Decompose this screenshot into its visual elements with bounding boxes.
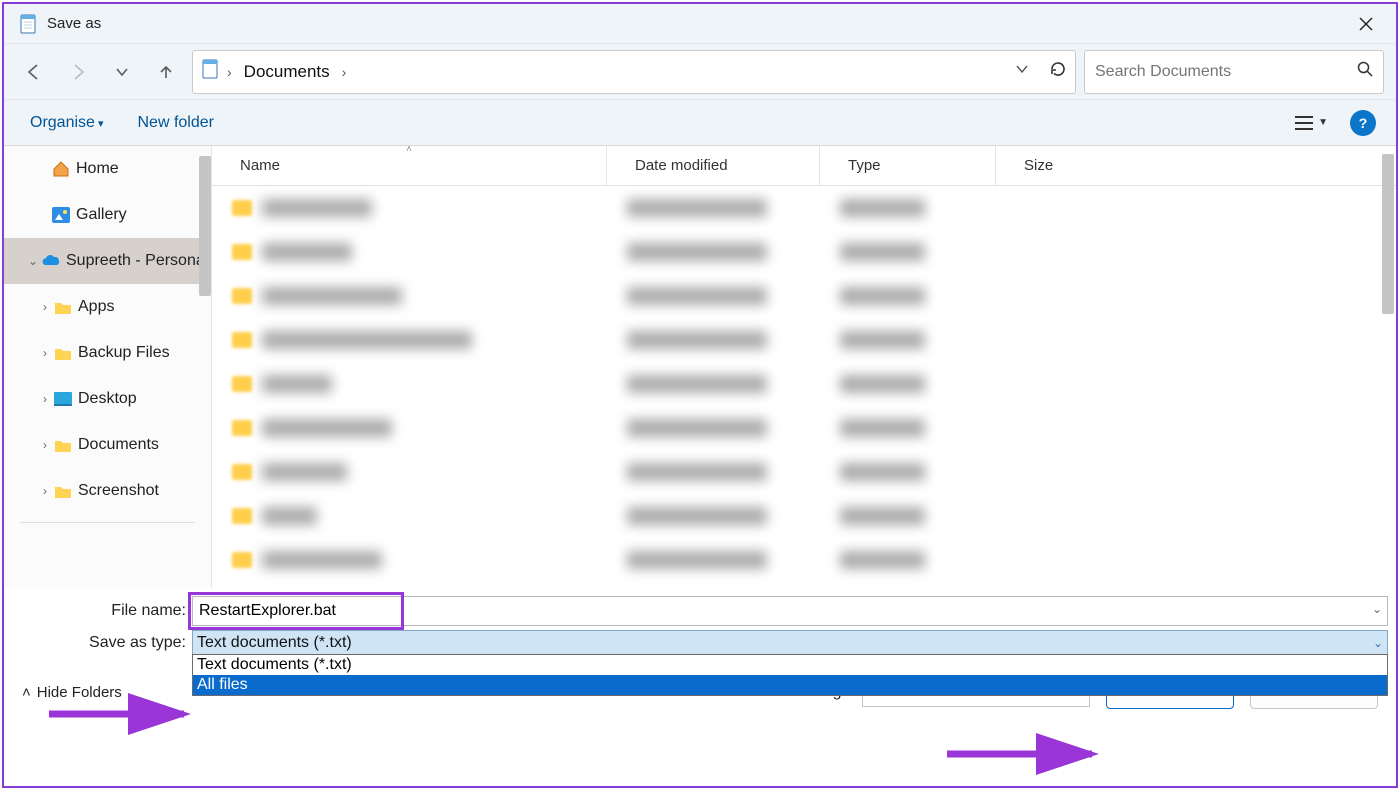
sidebar-item-label: Supreeth - Personal: [66, 252, 208, 270]
onedrive-icon: [42, 252, 60, 270]
folder-icon: [54, 436, 72, 454]
folder-icon: [54, 298, 72, 316]
desktop-icon: [54, 390, 72, 408]
view-menu[interactable]: ▼: [1294, 115, 1328, 131]
help-button[interactable]: ?: [1350, 110, 1376, 136]
sidebar: Home Gallery ⌄ Supreeth - Personal › App…: [4, 146, 212, 588]
main-area: Home Gallery ⌄ Supreeth - Personal › App…: [4, 146, 1396, 588]
list-item[interactable]: [212, 186, 1396, 230]
col-date-modified[interactable]: Date modified: [607, 146, 820, 185]
chevron-down-icon[interactable]: ⌄: [1372, 602, 1382, 616]
save-as-dialog: Save as › Documents › Organise New folde…: [2, 2, 1398, 788]
search-box[interactable]: [1084, 50, 1384, 94]
list-item[interactable]: [212, 230, 1396, 274]
sidebar-item-onedrive[interactable]: ⌄ Supreeth - Personal: [4, 238, 211, 284]
col-name[interactable]: ˄Name: [212, 146, 607, 185]
sidebar-item-label: Desktop: [78, 390, 137, 408]
sidebar-item-label: Gallery: [76, 206, 127, 224]
hide-folders-button[interactable]: ˄ Hide Folders: [22, 684, 122, 701]
chevron-down-icon[interactable]: ⌄: [24, 254, 42, 268]
filelist-scrollbar[interactable]: [1382, 154, 1394, 314]
address-dropdown[interactable]: [1015, 62, 1029, 81]
search-input[interactable]: [1095, 63, 1357, 81]
saveastype-label: Save as type:: [12, 634, 192, 652]
chevron-right-icon[interactable]: ›: [36, 392, 54, 406]
home-icon: [52, 160, 70, 178]
refresh-button[interactable]: [1049, 60, 1067, 83]
sidebar-item-label: Screenshot: [78, 482, 159, 500]
sidebar-item-apps[interactable]: › Apps: [4, 284, 211, 330]
close-button[interactable]: [1346, 4, 1386, 44]
column-headers: ˄Name Date modified Type Size: [212, 146, 1396, 186]
dialog-title: Save as: [47, 15, 1346, 32]
sidebar-item-label: Home: [76, 160, 119, 178]
fields: File name: ⌄ Save as type: Text document…: [4, 588, 1396, 656]
sidebar-item-documents[interactable]: › Documents: [4, 422, 211, 468]
file-list: ˄Name Date modified Type Size: [212, 146, 1396, 588]
list-item[interactable]: [212, 362, 1396, 406]
chevron-right-icon[interactable]: ›: [36, 484, 54, 498]
col-type[interactable]: Type: [820, 146, 996, 185]
sidebar-item-home[interactable]: Home: [4, 146, 211, 192]
chevron-right-icon[interactable]: ›: [36, 346, 54, 360]
sidebar-item-label: Backup Files: [78, 344, 170, 362]
dropdown-option-txt[interactable]: Text documents (*.txt): [193, 655, 1387, 675]
saveastype-dropdown[interactable]: Text documents (*.txt) All files: [192, 654, 1388, 696]
search-icon: [1357, 61, 1373, 82]
chevron-right-icon[interactable]: ›: [36, 438, 54, 452]
chevron-right-icon[interactable]: ›: [36, 300, 54, 314]
folder-icon: [201, 59, 219, 84]
notepad-icon: [19, 14, 37, 34]
nav-row: › Documents ›: [4, 44, 1396, 100]
list-item[interactable]: [212, 450, 1396, 494]
gallery-icon: [52, 206, 70, 224]
up-button[interactable]: [148, 54, 184, 90]
divider: [20, 522, 195, 523]
annotation-arrow: [942, 738, 1112, 778]
dropdown-option-allfiles[interactable]: All files: [193, 675, 1387, 695]
chevron-right-icon: ›: [227, 64, 232, 80]
chevron-up-icon: ˄: [22, 684, 31, 701]
sidebar-item-screenshot[interactable]: › Screenshot: [4, 468, 211, 514]
folder-icon: [54, 344, 72, 362]
list-item[interactable]: [212, 406, 1396, 450]
sidebar-item-gallery[interactable]: Gallery: [4, 192, 211, 238]
filename-label: File name:: [12, 602, 192, 620]
sidebar-item-backup-files[interactable]: › Backup Files: [4, 330, 211, 376]
sidebar-scrollbar[interactable]: [199, 156, 211, 296]
sidebar-item-label: Documents: [78, 436, 159, 454]
back-button[interactable]: [16, 54, 52, 90]
breadcrumb-documents[interactable]: Documents: [240, 60, 334, 84]
new-folder-button[interactable]: New folder: [132, 110, 220, 136]
list-item[interactable]: [212, 274, 1396, 318]
sidebar-item-label: Apps: [78, 298, 114, 316]
chevron-down-icon: ⌄: [1373, 636, 1383, 650]
organise-menu[interactable]: Organise: [24, 110, 110, 136]
history-dropdown[interactable]: [104, 54, 140, 90]
folder-icon: [54, 482, 72, 500]
toolbar: Organise New folder ▼ ?: [4, 100, 1396, 146]
filename-input[interactable]: [192, 596, 1388, 626]
forward-button[interactable]: [60, 54, 96, 90]
col-size[interactable]: Size: [996, 146, 1336, 185]
chevron-right-icon: ›: [342, 64, 347, 80]
list-item[interactable]: [212, 538, 1396, 582]
sidebar-item-desktop[interactable]: › Desktop: [4, 376, 211, 422]
list-item[interactable]: [212, 494, 1396, 538]
titlebar: Save as: [4, 4, 1396, 44]
address-bar[interactable]: › Documents ›: [192, 50, 1076, 94]
saveastype-select[interactable]: Text documents (*.txt) ⌄: [192, 630, 1388, 656]
list-item[interactable]: [212, 318, 1396, 362]
sort-asc-icon: ˄: [406, 146, 412, 155]
